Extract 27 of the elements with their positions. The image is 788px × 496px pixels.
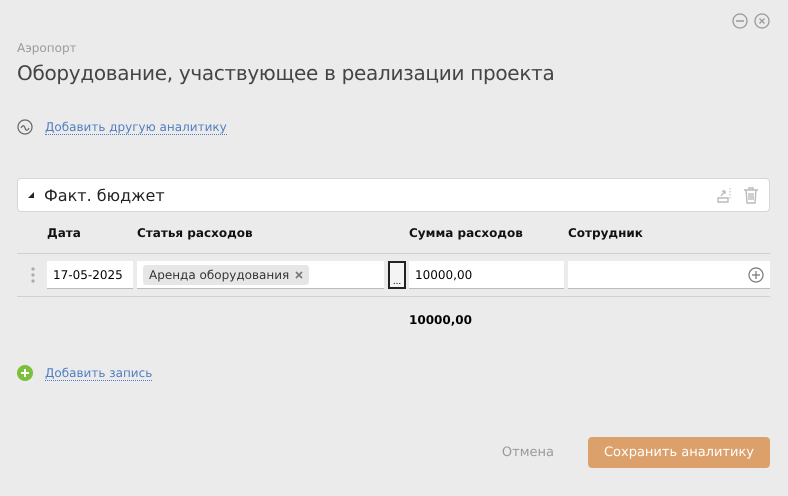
minimize-icon[interactable] — [732, 13, 748, 29]
drag-handle-icon[interactable] — [31, 267, 35, 283]
picker-button[interactable]: ... — [388, 261, 406, 289]
column-header: Сотрудник — [568, 225, 644, 242]
add-analytics-link[interactable]: Добавить другую аналитику — [45, 120, 227, 134]
close-icon[interactable] — [754, 13, 770, 29]
expense-item-field[interactable]: Аренда оборудования — [137, 261, 384, 289]
column-header: Статья расходов — [137, 225, 254, 242]
section-header[interactable]: Факт. бюджет — [17, 178, 770, 212]
section-title: Факт. бюджет — [44, 186, 166, 204]
add-record-link[interactable]: Добавить запись — [45, 366, 152, 380]
caret-icon[interactable] — [28, 192, 34, 198]
remove-icon[interactable] — [295, 270, 304, 278]
tag: Аренда оборудования — [143, 264, 310, 284]
wave-icon — [17, 119, 33, 135]
window-title: Оборудование, участвующее в реализации проекта — [17, 61, 556, 85]
move-icon[interactable] — [715, 186, 733, 204]
window-subtitle: Аэропорт — [17, 41, 78, 55]
employee-field[interactable] — [568, 261, 770, 289]
amount-total: 10000,00 — [409, 312, 474, 327]
column-header: Сумма расходов — [409, 225, 524, 242]
add-icon[interactable] — [17, 365, 33, 381]
column-header: Дата — [47, 225, 82, 242]
amount-field[interactable]: 10000,00 — [409, 261, 564, 289]
trash-icon[interactable] — [743, 186, 759, 204]
date-field[interactable]: 17-05-2025 — [47, 261, 133, 289]
add-icon[interactable] — [748, 266, 764, 282]
